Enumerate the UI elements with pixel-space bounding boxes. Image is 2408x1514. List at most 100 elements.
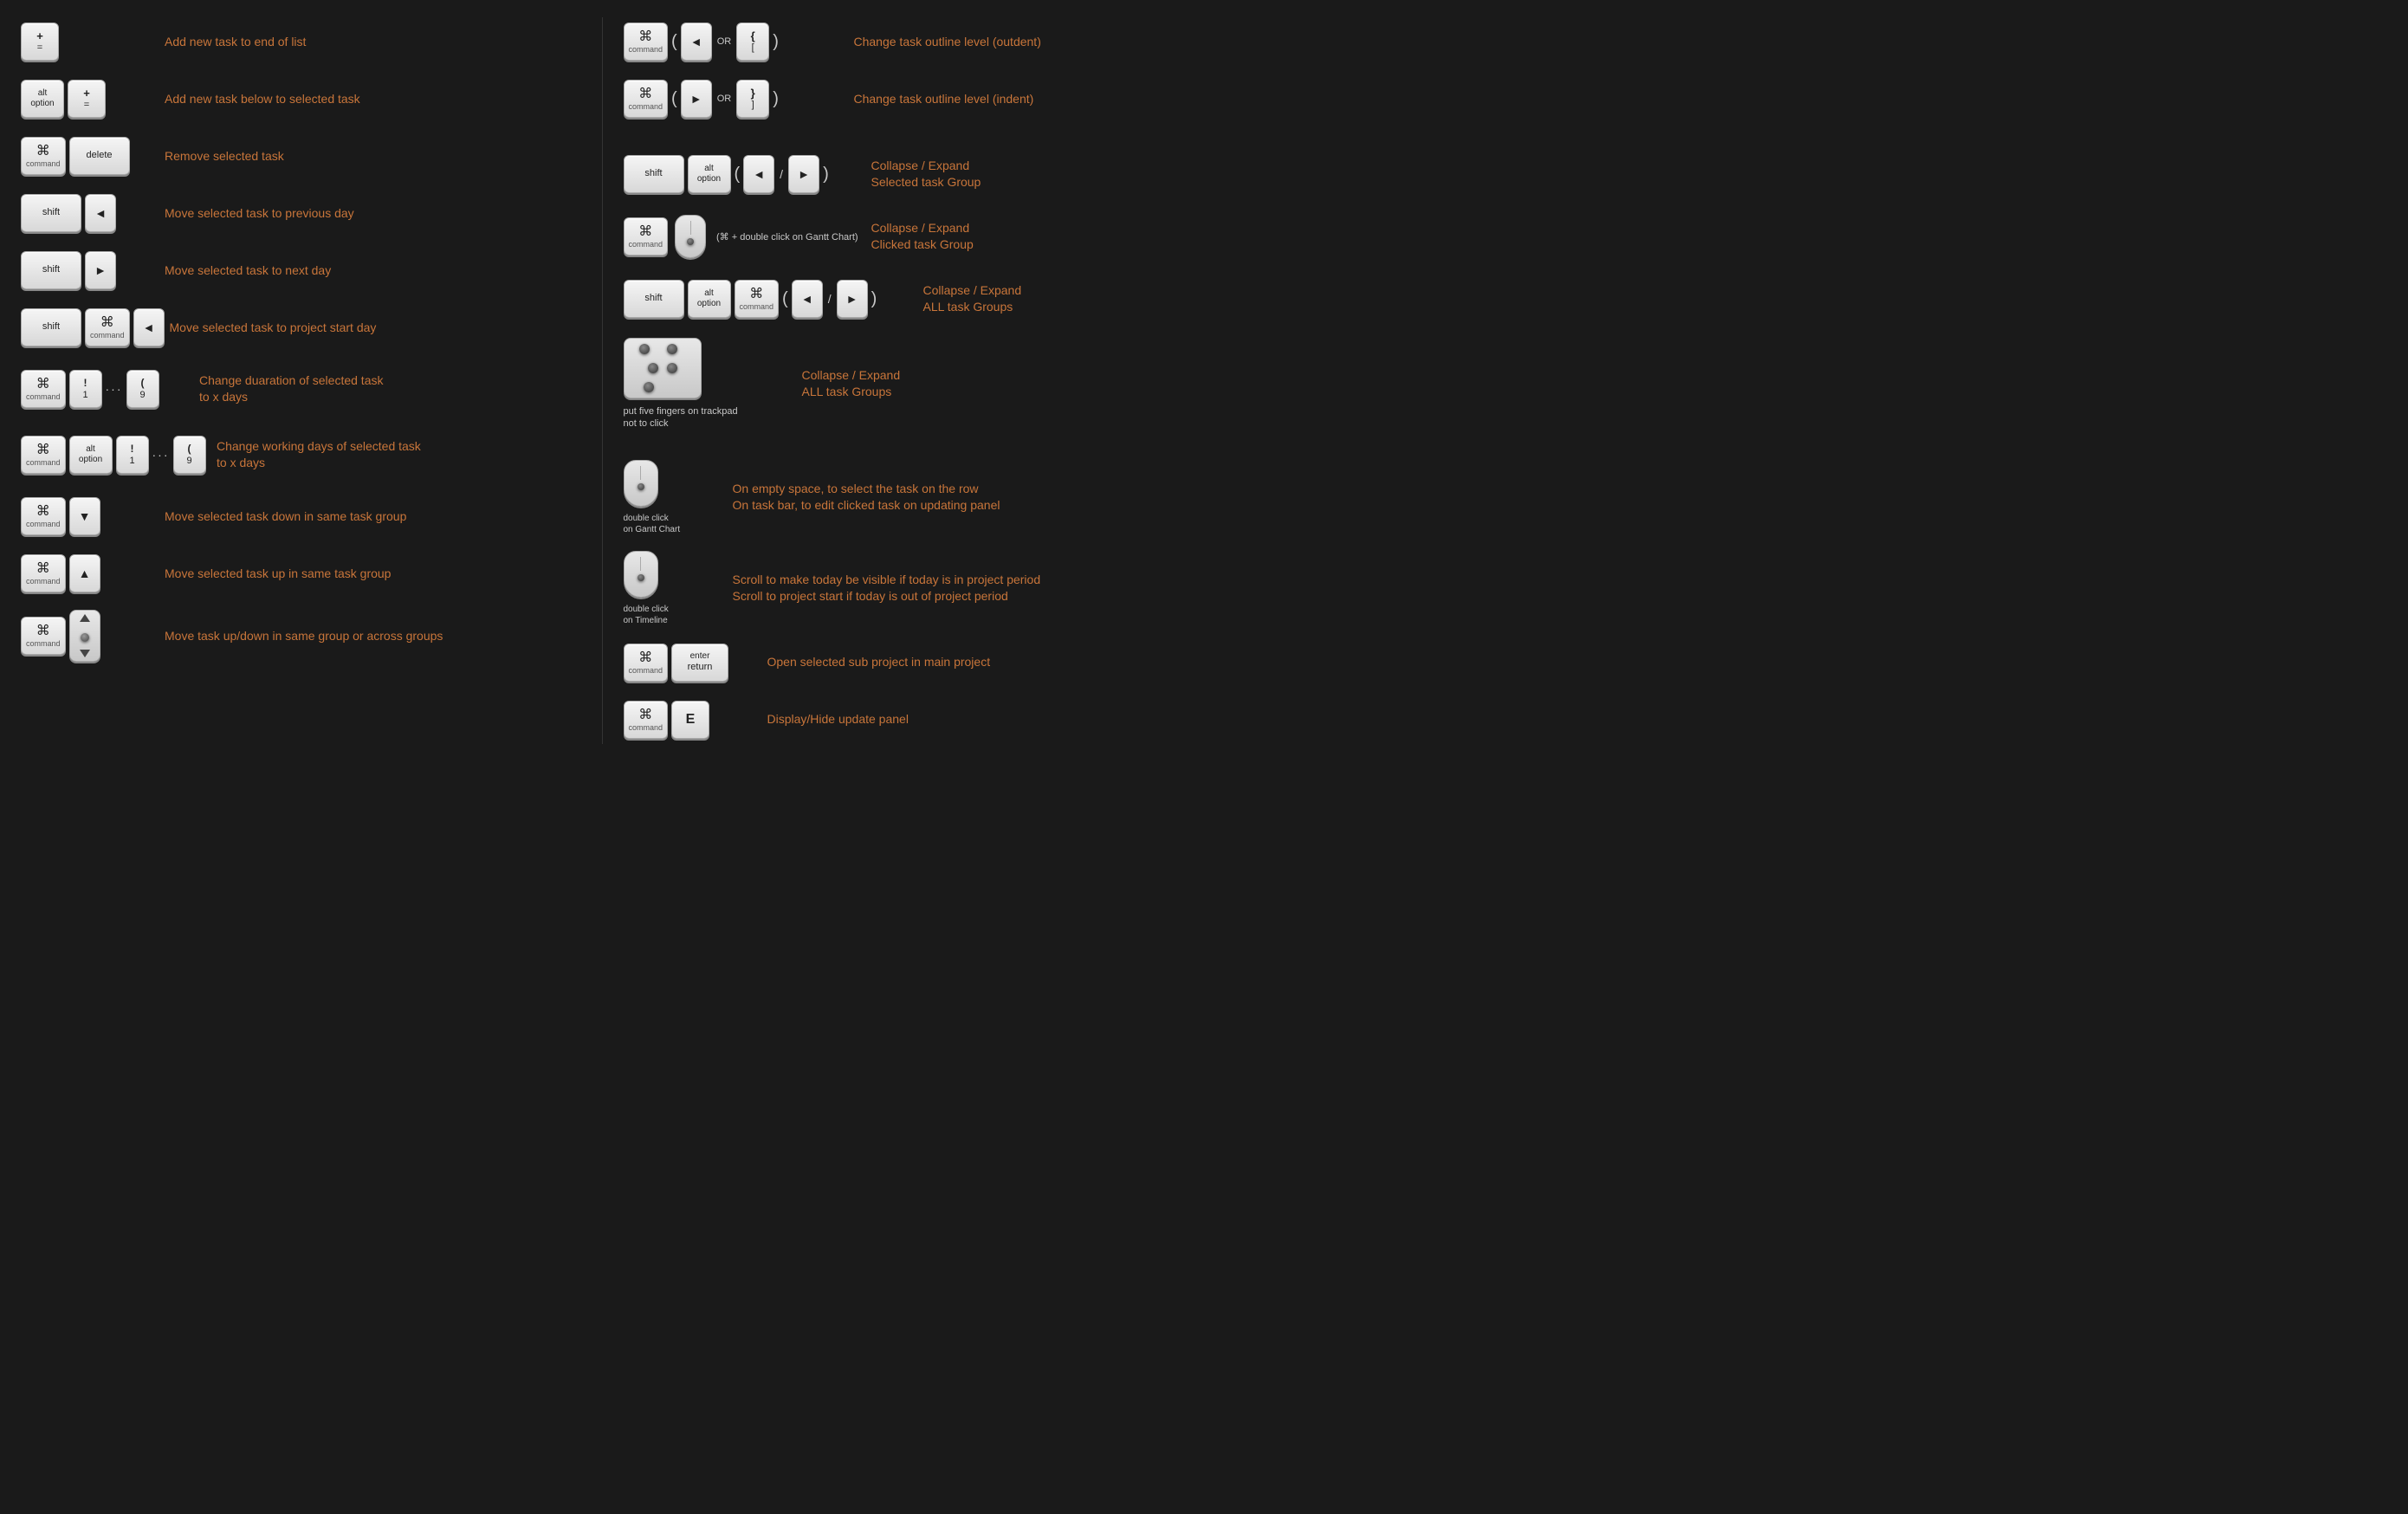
desc-duration: Change duaration of selected taskto x da… bbox=[199, 372, 581, 405]
gantt-label: (⌘ + double click on Gantt Chart) bbox=[716, 231, 858, 243]
key-alt-option-1: alt option bbox=[21, 80, 64, 118]
key-9-paren: ( 9 bbox=[126, 370, 159, 408]
key-mouse-updown bbox=[69, 610, 100, 662]
main-layout: + = Add new task to end of list alt opti… bbox=[21, 17, 1183, 744]
row-dbl-gantt: double clickon Gantt Chart On empty spac… bbox=[624, 456, 1184, 539]
mouse-line-timeline bbox=[640, 557, 641, 571]
desc-working-days: Change working days of selected taskto x… bbox=[217, 438, 581, 471]
key-cmd-r2: ⌘ command bbox=[624, 80, 669, 118]
key-arrow-right-r3: ► bbox=[837, 280, 868, 318]
row-prev-day: shift ◄ Move selected task to previous d… bbox=[21, 189, 581, 237]
key-arrow-left-r2: ◄ bbox=[743, 155, 774, 193]
row-collapse-selected: shift alt option ( ◄ / ► ) Collapse / Ex… bbox=[624, 147, 1184, 201]
key-arrow-right-1: ► bbox=[85, 251, 116, 289]
mouse-line bbox=[690, 221, 691, 235]
paren-open-3: ( bbox=[735, 165, 741, 183]
keys-collapse-clicked: ⌘ command (⌘ + double click on Gantt Cha… bbox=[624, 215, 866, 258]
key-cmd-5: ⌘ command bbox=[21, 497, 66, 535]
paren-close-2: ) bbox=[773, 90, 779, 107]
row-project-start: shift ⌘ command ◄ Move selected task to … bbox=[21, 303, 581, 352]
row-duration: ⌘ command ! 1 ··· ( 9 Change duaration o… bbox=[21, 360, 581, 417]
key-cmd-1: ⌘ command bbox=[21, 137, 66, 175]
desc-prev-day: Move selected task to previous day bbox=[165, 205, 581, 222]
key-arrow-left-2: ◄ bbox=[133, 308, 165, 346]
mouse-line-gantt bbox=[640, 466, 641, 480]
key-cmd-3: ⌘ command bbox=[21, 370, 66, 408]
key-arrow-down: ▼ bbox=[69, 497, 100, 535]
row-working-days: ⌘ command alt option ! 1 ··· ( 9 Change … bbox=[21, 426, 581, 483]
key-alt-r1: alt option bbox=[688, 155, 731, 193]
keys-open-sub: ⌘ command enter return bbox=[624, 644, 762, 682]
keys-collapse-selected: shift alt option ( ◄ / ► ) bbox=[624, 155, 866, 193]
key-cmd-r5: ⌘ command bbox=[624, 644, 669, 682]
desc-collapse-all: Collapse / ExpandALL task Groups bbox=[923, 282, 1184, 315]
right-column: ⌘ command ( ◄ OR { [ ) Change task outli… bbox=[624, 17, 1184, 744]
key-alt-r2: alt option bbox=[688, 280, 731, 318]
slash-1: / bbox=[780, 167, 783, 181]
key-arrow-up: ▲ bbox=[69, 554, 100, 592]
key-cmd-r4: ⌘ command bbox=[735, 280, 780, 318]
row-remove: ⌘ command delete Remove selected task bbox=[21, 132, 581, 180]
mouse-dot-gantt2 bbox=[638, 483, 644, 490]
row-add-end: + = Add new task to end of list bbox=[21, 17, 581, 66]
key-cmd-2: ⌘ command bbox=[85, 308, 130, 346]
key-delete: delete bbox=[69, 137, 130, 175]
keys-indent: ⌘ command ( ► OR } ] ) bbox=[624, 80, 849, 118]
keys-dbl-timeline: double clickon Timeline bbox=[624, 551, 728, 626]
key-cmd-7: ⌘ command bbox=[21, 617, 66, 655]
desc-next-day: Move selected task to next day bbox=[165, 262, 581, 279]
mouse-dot-timeline bbox=[638, 574, 644, 581]
dbl-timeline-label: double clickon Timeline bbox=[624, 604, 669, 626]
keys-move-up: ⌘ command ▲ bbox=[21, 554, 159, 592]
key-mouse-gantt2 bbox=[624, 460, 658, 507]
keys-collapse-trackpad: put five fingers on trackpadnot to click bbox=[624, 338, 797, 430]
row-collapse-clicked: ⌘ command (⌘ + double click on Gantt Cha… bbox=[624, 210, 1184, 263]
row-open-sub: ⌘ command enter return Open selected sub… bbox=[624, 638, 1184, 687]
left-column: + = Add new task to end of list alt opti… bbox=[21, 17, 581, 744]
trackpad-label: put five fingers on trackpadnot to click bbox=[624, 405, 738, 430]
keys-remove: ⌘ command delete bbox=[21, 137, 159, 175]
finger-dot-3 bbox=[648, 363, 658, 373]
key-mouse-timeline bbox=[624, 551, 658, 598]
row-indent: ⌘ command ( ► OR } ] ) Change task outli… bbox=[624, 74, 1184, 123]
desc-move-down: Move selected task down in same task gro… bbox=[165, 508, 581, 525]
keys-project-start: shift ⌘ command ◄ bbox=[21, 308, 165, 346]
keys-outdent: ⌘ command ( ◄ OR { [ ) bbox=[624, 23, 849, 61]
key-arrow-right-r1: ► bbox=[681, 80, 712, 118]
keys-duration: ⌘ command ! 1 ··· ( 9 bbox=[21, 370, 194, 408]
key-brace-open: { [ bbox=[736, 23, 769, 61]
spacer-2 bbox=[624, 443, 1184, 448]
keys-dbl-gantt: double clickon Gantt Chart bbox=[624, 460, 728, 535]
key-arrow-left-1: ◄ bbox=[85, 194, 116, 232]
keys-next-day: shift ► bbox=[21, 251, 159, 289]
key-plus-equals-2: + = bbox=[68, 80, 106, 118]
key-arrow-left-r3: ◄ bbox=[792, 280, 823, 318]
key-shift-2: shift bbox=[21, 251, 81, 289]
dots-1: ··· bbox=[106, 382, 123, 396]
row-display-panel: ⌘ command E Display/Hide update panel bbox=[624, 696, 1184, 744]
spacer-1 bbox=[624, 132, 1184, 139]
key-shift-3: shift bbox=[21, 308, 81, 346]
finger-dot-1 bbox=[639, 344, 650, 354]
key-brace-close: } ] bbox=[736, 80, 769, 118]
or-1: OR bbox=[717, 36, 732, 47]
key-trackpad bbox=[624, 338, 702, 398]
keys-display-panel: ⌘ command E bbox=[624, 701, 762, 739]
desc-dbl-timeline: Scroll to make today be visible if today… bbox=[733, 572, 1184, 605]
key-cmd-4: ⌘ command bbox=[21, 436, 66, 474]
key-arrow-left-r1: ◄ bbox=[681, 23, 712, 61]
desc-collapse-clicked: Collapse / ExpandClicked task Group bbox=[871, 220, 1184, 253]
finger-dot-4 bbox=[667, 363, 677, 373]
key-1-bang-2: ! 1 bbox=[116, 436, 149, 474]
desc-collapse-selected: Collapse / ExpandSelected task Group bbox=[871, 158, 1184, 191]
key-shift-r2: shift bbox=[624, 280, 684, 318]
key-e: E bbox=[671, 701, 709, 739]
desc-add-below: Add new task below to selected task bbox=[165, 91, 581, 107]
key-cmd-6: ⌘ command bbox=[21, 554, 66, 592]
paren-close-4: ) bbox=[871, 290, 877, 307]
desc-remove: Remove selected task bbox=[165, 148, 581, 165]
mouse-center-dot bbox=[81, 633, 89, 642]
paren-close-3: ) bbox=[823, 165, 829, 183]
dbl-gantt-label: double clickon Gantt Chart bbox=[624, 513, 681, 535]
arrow-up-icon bbox=[80, 614, 90, 622]
